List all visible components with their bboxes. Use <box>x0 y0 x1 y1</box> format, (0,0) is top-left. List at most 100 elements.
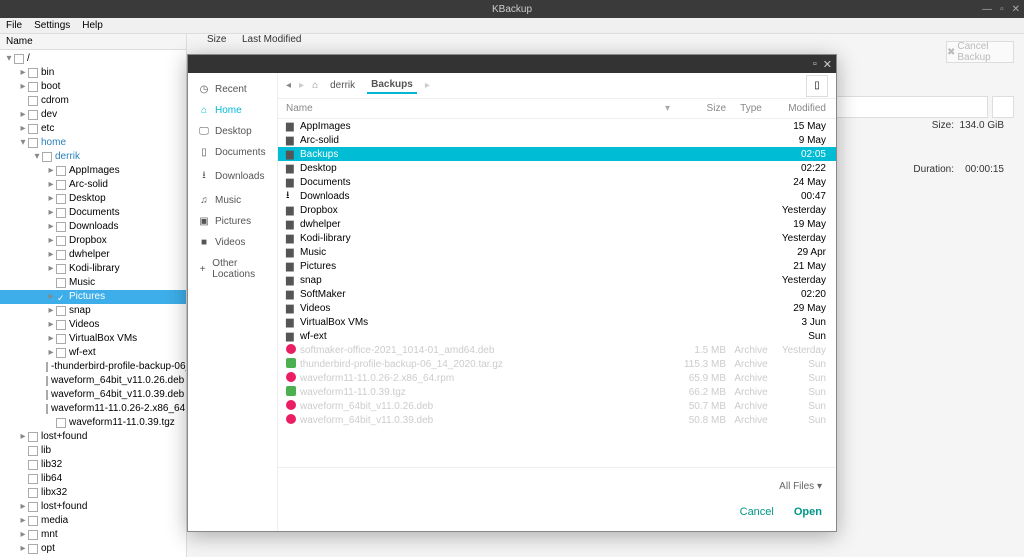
tree-item-dev[interactable]: ▸dev <box>0 108 186 122</box>
tree-item-media[interactable]: ▸media <box>0 514 186 528</box>
place-pictures[interactable]: ▣Pictures <box>188 211 277 232</box>
nav-back-icon[interactable]: ◂ <box>286 80 291 91</box>
nav-forward-icon[interactable]: ▸ <box>299 80 304 91</box>
file-list[interactable]: ▆AppImages15 May▆Arc-solid9 May▆Backups0… <box>278 119 836 467</box>
tree-item-bin[interactable]: ▸bin <box>0 66 186 80</box>
crumb-backups[interactable]: Backups <box>367 77 417 94</box>
tree-item-derrik[interactable]: ▾derrik <box>0 150 186 164</box>
tree-item-opt[interactable]: ▸opt <box>0 542 186 556</box>
dialog-titlebar: ▫ ✕ <box>188 55 836 73</box>
file-row: waveform11-11.0.39.tgz66.2 MBArchiveSun <box>278 385 836 399</box>
tree-item-waveform-64bit-v11-0-39-deb[interactable]: waveform_64bit_v11.0.39.deb <box>0 388 186 402</box>
place-music[interactable]: ♫Music <box>188 190 277 211</box>
tree-item-home[interactable]: ▾home <box>0 136 186 150</box>
tree-item-music[interactable]: Music <box>0 276 186 290</box>
col-size[interactable]: Size <box>676 103 726 114</box>
tree-item-lost-found[interactable]: ▸lost+found <box>0 430 186 444</box>
tree-item-downloads[interactable]: ▸Downloads <box>0 220 186 234</box>
place-recent[interactable]: ◷Recent <box>188 79 277 100</box>
cancel-backup-button[interactable]: ✖ Cancel Backup <box>946 41 1014 63</box>
dialog-close-icon[interactable]: ✕ <box>823 58 832 71</box>
menu-settings[interactable]: Settings <box>34 20 70 31</box>
tree-item-dropbox[interactable]: ▸Dropbox <box>0 234 186 248</box>
col-modified-header[interactable]: Last Modified <box>242 34 301 45</box>
col-modified[interactable]: Modified <box>776 103 836 114</box>
tree-item-desktop[interactable]: ▸Desktop <box>0 192 186 206</box>
col-name[interactable]: Name <box>278 103 665 114</box>
tree-item-waveform11-11-0-26-2-x86-64-rpm[interactable]: waveform11-11.0.26-2.x86_64.rpm <box>0 402 186 416</box>
file-row[interactable]: ▆DropboxYesterday <box>278 203 836 217</box>
tree-item-waveform11-11-0-39-tgz[interactable]: waveform11-11.0.39.tgz <box>0 416 186 430</box>
file-row[interactable]: ▆AppImages15 May <box>278 119 836 133</box>
dialog-cancel-button[interactable]: Cancel <box>740 506 774 518</box>
tree-item--thunderbird-profile-backup-06-14-2020-t[interactable]: -thunderbird-profile-backup-06_14_2020.t <box>0 360 186 374</box>
window-title: KBackup <box>492 4 532 15</box>
file-row[interactable]: ▆snapYesterday <box>278 273 836 287</box>
tree-item-lib[interactable]: lib <box>0 444 186 458</box>
place-desktop[interactable]: 🖵Desktop <box>188 121 277 142</box>
tree-item-dwhelper[interactable]: ▸dwhelper <box>0 248 186 262</box>
tree-item-pictures[interactable]: ▸Pictures <box>0 290 186 304</box>
file-row[interactable]: ▆Videos29 May <box>278 301 836 315</box>
tree-item-wf-ext[interactable]: ▸wf-ext <box>0 346 186 360</box>
tree-item-etc[interactable]: ▸etc <box>0 122 186 136</box>
folder-icon: ▆ <box>286 219 300 230</box>
file-row[interactable]: ▆Kodi-libraryYesterday <box>278 231 836 245</box>
col-type[interactable]: Type <box>726 103 776 114</box>
minimize-icon[interactable]: — <box>982 4 992 15</box>
downloads-icon: ⭳ <box>198 168 210 185</box>
new-folder-button[interactable]: ▯ <box>806 75 828 97</box>
folder-icon: ▆ <box>286 275 300 286</box>
tree-root[interactable]: ▾/ <box>0 52 186 66</box>
tree-item-appimages[interactable]: ▸AppImages <box>0 164 186 178</box>
file-filter-dropdown[interactable]: All Files ▾ <box>779 481 822 492</box>
folder-icon: ▆ <box>286 149 300 160</box>
file-list-header: Name ▾ Size Type Modified <box>278 99 836 119</box>
file-row[interactable]: ▆wf-extSun <box>278 329 836 343</box>
place-videos[interactable]: ■Videos <box>188 232 277 253</box>
file-row[interactable]: ▆Pictures21 May <box>278 259 836 273</box>
browse-button[interactable] <box>992 96 1014 118</box>
tree-item-arc-solid[interactable]: ▸Arc-solid <box>0 178 186 192</box>
menu-help[interactable]: Help <box>82 20 103 31</box>
tree-item-snap[interactable]: ▸snap <box>0 304 186 318</box>
place-other-locations[interactable]: +Other Locations <box>188 253 277 285</box>
tree-item-kodi-library[interactable]: ▸Kodi-library <box>0 262 186 276</box>
file-row[interactable]: ▆Documents24 May <box>278 175 836 189</box>
tree-item-waveform-64bit-v11-0-26-deb[interactable]: waveform_64bit_v11.0.26.deb <box>0 374 186 388</box>
dialog-maximize-icon[interactable]: ▫ <box>813 58 817 70</box>
downloads-icon: ⭳ <box>286 188 300 205</box>
place-documents[interactable]: ▯Documents <box>188 142 277 163</box>
tree-item-libx32[interactable]: libx32 <box>0 486 186 500</box>
close-icon[interactable]: ✕ <box>1012 4 1020 15</box>
tree-item-lib64[interactable]: lib64 <box>0 472 186 486</box>
file-row[interactable]: ▆VirtualBox VMs3 Jun <box>278 315 836 329</box>
file-row[interactable]: ▆SoftMaker02:20 <box>278 287 836 301</box>
menu-file[interactable]: File <box>6 20 22 31</box>
place-downloads[interactable]: ⭳Downloads <box>188 163 277 190</box>
tree-header-name[interactable]: Name <box>0 34 186 50</box>
tree-item-videos[interactable]: ▸Videos <box>0 318 186 332</box>
file-row[interactable]: ▆Arc-solid9 May <box>278 133 836 147</box>
place-home[interactable]: ⌂Home <box>188 100 277 121</box>
tree-item-boot[interactable]: ▸boot <box>0 80 186 94</box>
file-row[interactable]: ▆Backups02:05 <box>278 147 836 161</box>
col-size-header[interactable]: Size <box>207 34 226 45</box>
file-row[interactable]: ⭳Downloads00:47 <box>278 189 836 203</box>
home-crumb-icon[interactable]: ⌂ <box>312 80 318 91</box>
crumb-derrik[interactable]: derrik <box>326 78 359 93</box>
tree-item-lib32[interactable]: lib32 <box>0 458 186 472</box>
file-row[interactable]: ▆dwhelper19 May <box>278 217 836 231</box>
folder-icon: ▆ <box>286 233 300 244</box>
tree-item-documents[interactable]: ▸Documents <box>0 206 186 220</box>
maximize-icon[interactable]: ▫ <box>1000 4 1004 15</box>
package-icon <box>286 344 300 357</box>
tree-item-cdrom[interactable]: cdrom <box>0 94 186 108</box>
file-row[interactable]: ▆Music29 Apr <box>278 245 836 259</box>
tree-item-mnt[interactable]: ▸mnt <box>0 528 186 542</box>
tree-item-virtualbox-vms[interactable]: ▸VirtualBox VMs <box>0 332 186 346</box>
tree-item-lost-found[interactable]: ▸lost+found <box>0 500 186 514</box>
file-open-dialog: ▫ ✕ ◷Recent⌂Home🖵Desktop▯Documents⭳Downl… <box>187 54 837 532</box>
dialog-open-button[interactable]: Open <box>794 506 822 518</box>
file-row[interactable]: ▆Desktop02:22 <box>278 161 836 175</box>
